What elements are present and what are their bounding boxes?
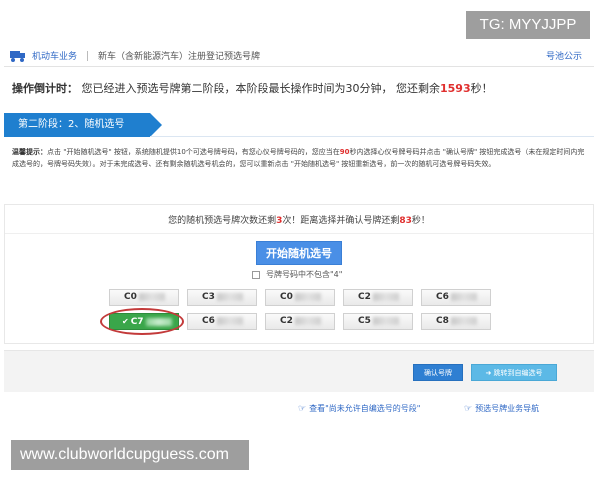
- breadcrumb: 新车（含新能源汽车）注册登记预选号牌: [98, 52, 261, 62]
- countdown-text: 您已经进入预选号牌第二阶段，本阶段最长操作时间为30分钟， 您还剩余: [81, 82, 441, 95]
- check-icon: ✔: [122, 317, 129, 326]
- plate-prefix: C5: [358, 316, 371, 326]
- status-text-3: 秒！: [411, 216, 430, 226]
- plate-option[interactable]: C6: [421, 289, 491, 306]
- plate-prefix: C2: [358, 292, 371, 302]
- plate-obscured-digits: [372, 292, 399, 301]
- plate-obscured-digits: [138, 292, 165, 301]
- exclude-4-label: 号牌号码中不包含"4": [266, 270, 343, 279]
- random-select-panel: 您的随机预选号牌次数还剩3次！距离选择并确认号牌还剩83秒！ 开始随机选号 号牌…: [4, 204, 594, 344]
- plate-obscured-digits: [372, 316, 399, 325]
- plate-option[interactable]: C2: [343, 289, 413, 306]
- plate-option[interactable]: C5: [343, 313, 413, 330]
- countdown-label: 操作倒计时：: [12, 82, 78, 95]
- plate-prefix: C6: [436, 292, 449, 302]
- plate-option[interactable]: C8: [421, 313, 491, 330]
- plate-prefix: C0: [124, 292, 137, 302]
- truck-icon: [10, 50, 26, 62]
- plate-option[interactable]: C2: [265, 313, 335, 330]
- pointing-hand-icon: ☞: [464, 403, 473, 414]
- plate-prefix: C8: [436, 316, 449, 326]
- jump-to-custom-select-button[interactable]: ➜ 跳转到自编选号: [471, 364, 557, 381]
- tips-seconds: 90: [339, 148, 350, 156]
- plate-obscured-digits: [294, 292, 321, 301]
- status-text-2: 次！距离选择并确认号牌还剩: [282, 216, 400, 226]
- pool-notice-link[interactable]: 号池公示: [546, 49, 582, 62]
- plate-option[interactable]: C6: [187, 313, 257, 330]
- start-random-select-button[interactable]: 开始随机选号: [256, 241, 342, 265]
- view-disallowed-label: 查看"尚未允许自编选号的号段": [309, 404, 421, 413]
- plate-prefix: C6: [202, 316, 215, 326]
- plate-option[interactable]: C0: [265, 289, 335, 306]
- plate-prefix: C2: [280, 316, 293, 326]
- operation-countdown: 操作倒计时： 您已经进入预选号牌第二阶段，本阶段最长操作时间为30分钟， 您还剩…: [12, 80, 493, 96]
- countdown-suffix: 秒！: [470, 82, 493, 95]
- guide-label: 预选号牌业务导航: [475, 404, 540, 413]
- panel-status: 您的随机预选号牌次数还剩3次！距离选择并确认号牌还剩83秒！: [5, 213, 593, 226]
- status-text-1: 您的随机预选号牌次数还剩: [168, 216, 277, 226]
- plate-option[interactable]: C0: [109, 289, 179, 306]
- plate-obscured-digits: [145, 317, 172, 326]
- plate-obscured-digits: [450, 316, 477, 325]
- remaining-seconds: 83: [399, 216, 412, 226]
- view-disallowed-segments-link[interactable]: ☞ 查看"尚未允许自编选号的号段": [298, 403, 420, 414]
- top-nav-bar: 机动车业务 新车（含新能源汽车）注册登记预选号牌 号池公示: [4, 45, 594, 67]
- guide-link[interactable]: ☞ 预选号牌业务导航: [464, 403, 539, 414]
- plate-prefix: C7: [130, 317, 144, 327]
- tips-label: 温馨提示：: [12, 148, 47, 156]
- plate-obscured-digits: [216, 292, 243, 301]
- stage-divider: [150, 136, 594, 137]
- plate-obscured-digits: [450, 292, 477, 301]
- plate-option[interactable]: ✔ C7: [109, 313, 179, 330]
- module-title[interactable]: 机动车业务: [32, 49, 77, 62]
- jump-button-label: 跳转到自编选号: [493, 369, 543, 377]
- watermark-top-right: TG: MYYJJPP: [466, 11, 590, 39]
- plate-prefix: C0: [280, 292, 293, 302]
- exclude-4-checkbox[interactable]: [252, 270, 260, 279]
- breadcrumb-separator: [87, 50, 89, 61]
- pointing-hand-icon: ☞: [298, 403, 307, 414]
- action-bar: 确认号牌 ➜ 跳转到自编选号: [4, 350, 594, 392]
- plate-obscured-digits: [216, 316, 243, 325]
- plate-prefix: C3: [202, 292, 215, 302]
- countdown-seconds: 1593: [440, 82, 471, 95]
- plate-option[interactable]: C3: [187, 289, 257, 306]
- watermark-bottom-left: www.clubworldcupguess.com: [11, 440, 249, 470]
- tips-text-1: 点击 "开始随机选号" 按钮，系统随机提供10个可选号牌号码，有您心仪号牌号码的…: [47, 148, 340, 156]
- stage-banner: 第二阶段：2、随机选号: [4, 113, 162, 137]
- exclude-4-option[interactable]: 号牌号码中不包含"4": [252, 269, 342, 280]
- panel-divider: [5, 233, 593, 234]
- plate-obscured-digits: [294, 316, 321, 325]
- confirm-plate-button[interactable]: 确认号牌: [413, 364, 463, 381]
- tips-paragraph: 温馨提示：点击 "开始随机选号" 按钮，系统随机提供10个可选号牌号码，有您心仪…: [12, 146, 588, 170]
